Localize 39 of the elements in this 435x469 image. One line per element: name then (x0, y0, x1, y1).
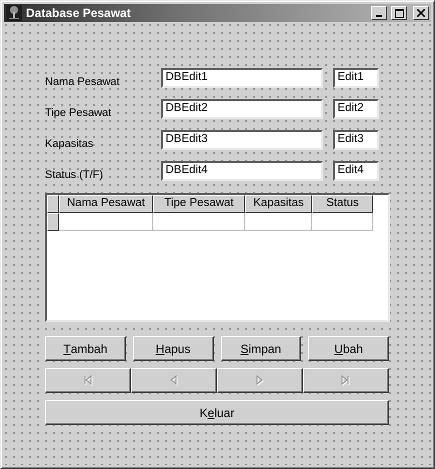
close-icon (417, 9, 425, 17)
edit-field[interactable]: Edit1 (333, 68, 379, 88)
minimize-button[interactable] (371, 6, 387, 20)
action-button[interactable]: Hapus (132, 336, 214, 361)
column-header[interactable]: Status (312, 195, 373, 213)
db-edit-field[interactable]: DBEdit3 (161, 130, 324, 150)
tree-icon (6, 5, 22, 21)
data-grid[interactable]: Nama Pesawat Tipe Pesawat Kapasitas Status (45, 193, 390, 322)
action-button[interactable]: Simpan (220, 336, 302, 361)
column-header[interactable]: Kapasitas (245, 195, 312, 213)
field-label: Kapasitas (45, 137, 94, 150)
row-indicator (47, 213, 59, 231)
action-button[interactable]: Ubah (308, 336, 389, 361)
skip-back-icon (82, 375, 94, 386)
db-edit-field[interactable]: DBEdit1 (161, 68, 324, 88)
triangle-right-icon (254, 375, 266, 386)
grid-cell[interactable] (153, 213, 245, 231)
window-title: Database Pesawat (26, 6, 132, 20)
column-header[interactable]: Nama Pesawat (59, 195, 153, 213)
field-label: Nama Pesawat (45, 75, 121, 88)
exit-button[interactable]: Keluar (45, 400, 389, 425)
grid-cell[interactable] (312, 213, 373, 231)
action-button[interactable]: Tambah (45, 336, 126, 361)
maximize-button[interactable] (391, 6, 407, 20)
grid-cell[interactable] (245, 213, 312, 231)
db-edit-field[interactable]: DBEdit2 (161, 99, 324, 119)
maximize-icon (394, 8, 404, 18)
edit-field[interactable]: Edit3 (333, 130, 379, 150)
db-edit-field[interactable]: DBEdit4 (161, 161, 324, 181)
edit-field[interactable]: Edit2 (333, 99, 379, 119)
field-label: Status (T/F) (45, 168, 104, 181)
close-button[interactable] (413, 6, 429, 20)
row-indicator (47, 195, 59, 213)
skip-forward-icon (340, 375, 352, 386)
column-header[interactable]: Tipe Pesawat (153, 195, 245, 213)
triangle-left-icon (168, 375, 180, 386)
field-label: Tipe Pesawat (45, 106, 112, 119)
edit-field[interactable]: Edit4 (333, 161, 379, 181)
grid-cell[interactable] (59, 213, 153, 231)
